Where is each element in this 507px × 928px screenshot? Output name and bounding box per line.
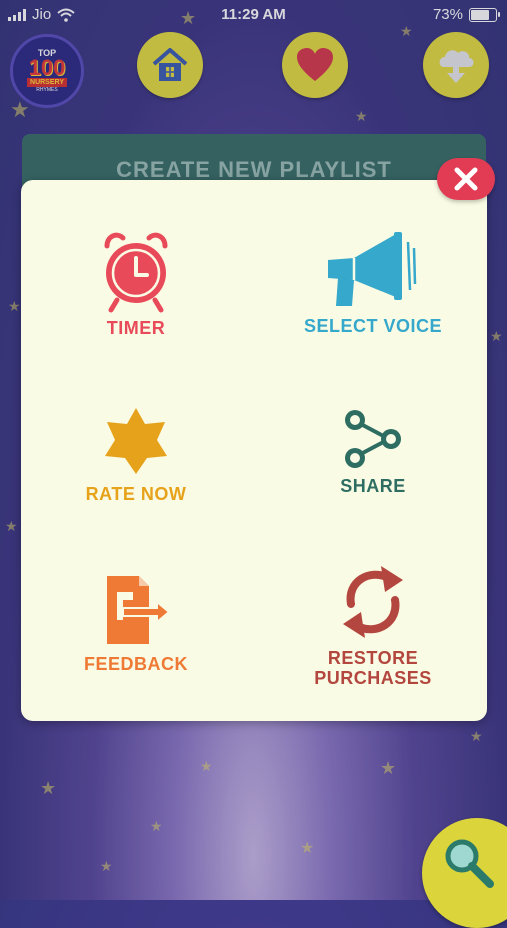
restore-icon (343, 566, 403, 638)
feedback-icon (107, 576, 171, 644)
restore-label-line1: RESTORE (327, 648, 419, 668)
close-button[interactable] (437, 158, 495, 200)
restore-purchases-option[interactable]: RESTORE PURCHASES (283, 560, 463, 688)
close-icon (454, 167, 478, 191)
select-voice-label: SELECT VOICE (303, 316, 443, 336)
restore-label-line2: PURCHASES (314, 668, 432, 688)
megaphone-icon (328, 232, 417, 306)
search-icon (445, 839, 494, 888)
rate-now-label: RATE NOW (85, 484, 187, 504)
feedback-option[interactable]: FEEDBACK (51, 572, 221, 674)
feedback-label: FEEDBACK (83, 654, 188, 674)
alarm-clock-icon (104, 232, 168, 313)
share-option[interactable]: SHARE (283, 408, 463, 496)
star-icon (105, 408, 167, 474)
share-label: SHARE (340, 476, 406, 496)
timer-option[interactable]: TIMER (51, 228, 221, 338)
select-voice-option[interactable]: SELECT VOICE (283, 228, 463, 336)
share-icon (345, 410, 401, 468)
timer-label: TIMER (106, 318, 166, 338)
rate-now-option[interactable]: RATE NOW (51, 404, 221, 504)
settings-menu-modal: TIMER SELECT VOICE RATE NOW SHARE FEEDBA… (21, 180, 487, 721)
